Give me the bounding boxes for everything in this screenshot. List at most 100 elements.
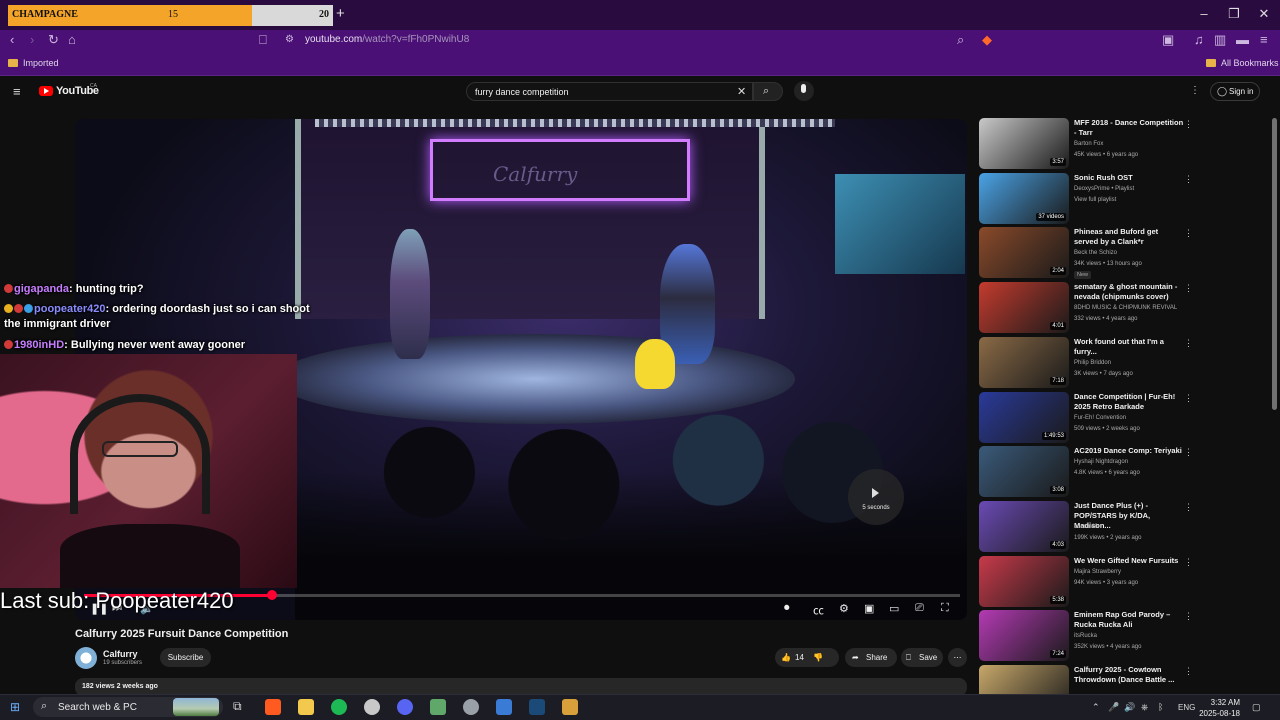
recommendation-thumbnail[interactable]: 4:03 (979, 500, 1069, 552)
recommendation-thumbnail[interactable]: 3:08 (979, 446, 1069, 498)
youtube-logo-icon[interactable] (39, 86, 53, 96)
sidebar-icon[interactable]: ▥ (1214, 32, 1226, 48)
clear-search-icon[interactable]: ✕ (737, 85, 746, 98)
recommendation-thumbnail[interactable]: 37 videos (979, 172, 1069, 224)
recommendation-more-icon[interactable]: ⋮ (1184, 393, 1193, 404)
recommendation-title[interactable]: Work found out that I'm a furry... (1074, 337, 1184, 357)
search-input[interactable]: furry dance competition ✕ (466, 82, 753, 101)
back-icon[interactable]: ‹ (10, 32, 14, 47)
task-view-icon[interactable]: ⧉ (233, 699, 242, 714)
tray-overflow-icon[interactable]: ⌃ (1092, 702, 1100, 713)
recommendation-channel[interactable]: Barton Fox (1074, 139, 1103, 150)
language-indicator[interactable]: ENG (1178, 703, 1195, 712)
recommendation-title[interactable]: Eminem Rap God Parody – Rucka Rucka Ali (1074, 610, 1184, 630)
recommendation-title[interactable]: Sonic Rush OST (1074, 173, 1184, 183)
recommendation-channel[interactable]: Fur-Eh! Convention (1074, 413, 1126, 424)
app-icon[interactable] (463, 699, 479, 715)
autoplay-indicator[interactable]: 5 seconds (848, 469, 904, 525)
recommendation-more-icon[interactable]: ⋮ (1184, 557, 1193, 568)
recommendation-card[interactable]: 3:57 MFF 2018 - Dance Competition - Tarr B… (979, 118, 1193, 172)
recommendation-title[interactable]: Dance Competition | Fur-Eh! 2025 Retro B… (1074, 392, 1184, 412)
close-window-icon[interactable]: ✕ (1254, 6, 1274, 22)
miniplayer-icon[interactable]: ▣ (864, 602, 874, 615)
recommendation-more-icon[interactable]: ⋮ (1184, 174, 1193, 185)
more-actions-button[interactable]: ⋯ (948, 648, 967, 667)
recommendation-thumbnail[interactable]: 1:49:53 (979, 391, 1069, 443)
recommendation-channel[interactable]: Hyshaji Nightdragon (1074, 457, 1128, 468)
minimize-icon[interactable]: – (1194, 6, 1214, 21)
settings-icon[interactable]: ⚙ (839, 602, 849, 615)
hamburger-menu-icon[interactable]: ≡ (13, 84, 21, 99)
autoplay-toggle[interactable]: ⏺ (784, 602, 790, 615)
channel-name[interactable]: Calfurry (103, 649, 138, 659)
restore-icon[interactable]: ❐ (1224, 6, 1244, 22)
recommendation-channel[interactable]: DeoxysPrime • Playlist (1074, 184, 1134, 195)
brave-icon[interactable] (265, 699, 281, 715)
captions-icon[interactable]: ㏄ (813, 602, 824, 618)
fullscreen-icon[interactable]: ⛶ (941, 602, 949, 615)
vpn-icon[interactable]: ▬ (1236, 32, 1249, 47)
discord-icon[interactable] (397, 699, 413, 715)
dislike-icon[interactable]: 👎 (813, 648, 823, 667)
notes-icon[interactable] (430, 699, 446, 715)
clock[interactable]: 3:32 AM 2025-08-18 (1198, 697, 1240, 719)
recommendation-card[interactable]: 2:04 Phineas and Buford get served by a C… (979, 227, 1193, 281)
taskbar-search[interactable]: ⌕ Search web & PC (33, 697, 223, 717)
media-icon[interactable]: ♫ (1194, 32, 1204, 47)
editor-icon[interactable] (496, 699, 512, 715)
recommendation-thumbnail[interactable]: 7:24 (979, 610, 1069, 662)
recommendation-thumbnail[interactable]: 4:01 (979, 282, 1069, 334)
theater-mode-icon[interactable]: ▭ (889, 602, 899, 615)
url-field[interactable]: youtube.com/watch?v=fFh0PNwihU8 (305, 34, 469, 45)
share-button[interactable]: ➦ Share (845, 648, 897, 667)
menu-icon[interactable]: ≡ (1260, 32, 1268, 47)
notifications-icon[interactable]: ▢ (1252, 702, 1261, 713)
recommendation-thumbnail[interactable]: 2:04 (979, 227, 1069, 279)
forward-icon[interactable]: › (30, 32, 34, 47)
recommendation-title[interactable]: AC2019 Dance Comp: Teriyaki (1074, 446, 1184, 456)
bookmark-folder-imported[interactable]: Imported (8, 58, 59, 68)
recommendation-more-icon[interactable]: ⋮ (1184, 666, 1193, 677)
like-count[interactable]: 14 (795, 648, 804, 667)
like-icon[interactable]: 👍 (781, 648, 791, 667)
new-tab-button[interactable]: + (336, 5, 345, 22)
recommendation-thumbnail[interactable]: 3:57 (979, 118, 1069, 169)
save-button[interactable]: ⎕ Save (901, 648, 943, 667)
recommendation-title[interactable]: Phineas and Buford get served by a Clank… (1074, 227, 1184, 247)
recommendation-card[interactable]: 4:03 Just Dance Plus (+) - POP/STARS by K… (979, 500, 1193, 555)
recommendation-channel[interactable]: Majira Strawberry (1074, 567, 1121, 578)
mic-tray-icon[interactable]: 🎤 (1108, 702, 1119, 713)
recommendation-title[interactable]: Calfurry 2025 - Cowtown Throwdown (Dance… (1074, 665, 1184, 685)
network-icon[interactable]: ⎈ (1141, 702, 1148, 713)
obs-icon[interactable] (364, 699, 380, 715)
recommendation-more-icon[interactable]: ⋮ (1184, 228, 1193, 239)
search-button[interactable]: ⌕ (753, 82, 783, 101)
recommendation-channel[interactable]: itsRucka (1074, 631, 1097, 642)
zoom-icon[interactable]: ⌕ (957, 32, 964, 48)
start-icon[interactable]: ⊞ (10, 700, 20, 714)
recommendation-thumbnail[interactable]: 5:38 (979, 555, 1069, 607)
channel-avatar[interactable] (75, 647, 97, 669)
recommendation-card[interactable]: 5:38 We Were Gifted New Fursuits Majira St… (979, 555, 1193, 610)
recommendation-more-icon[interactable]: ⋮ (1184, 502, 1193, 513)
recommendation-title[interactable]: We Were Gifted New Fursuits (1074, 556, 1184, 566)
sign-in-button[interactable]: ◯ Sign in (1210, 82, 1260, 101)
recommendation-thumbnail[interactable]: 7:18 (979, 336, 1069, 388)
recommendation-card[interactable]: 3:08 AC2019 Dance Comp: Teriyaki Hyshaji N… (979, 446, 1193, 500)
recommendation-more-icon[interactable]: ⋮ (1184, 447, 1193, 458)
recommendation-channel[interactable]: Beck the Schizo (1074, 248, 1117, 259)
recommendation-more-icon[interactable]: ⋮ (1184, 611, 1193, 622)
page-scrollbar[interactable] (1272, 118, 1277, 410)
recommendation-channel[interactable]: 8DHD MUSIC & CHIPMUNK REVIVAL (1074, 303, 1177, 314)
bookmark-icon[interactable]: ⎕ (259, 32, 267, 48)
cast-icon[interactable]: ⎚ (915, 602, 924, 615)
recommendation-title[interactable]: sematary & ghost mountain - nevada (chip… (1074, 282, 1184, 302)
spotify-icon[interactable] (331, 699, 347, 715)
recommendation-card[interactable]: 7:18 Work found out that I'm a furry... Ph… (979, 336, 1193, 391)
recommendation-more-icon[interactable]: ⋮ (1184, 338, 1193, 349)
recommendation-channel[interactable]: Philip Briddon (1074, 358, 1111, 369)
home-icon[interactable]: ⌂ (68, 32, 76, 47)
volume-tray-icon[interactable]: 🔊 (1124, 702, 1135, 713)
recommendation-card[interactable]: 4:01 sematary & ghost mountain - nevada (… (979, 282, 1193, 336)
file-explorer-icon[interactable] (298, 699, 314, 715)
